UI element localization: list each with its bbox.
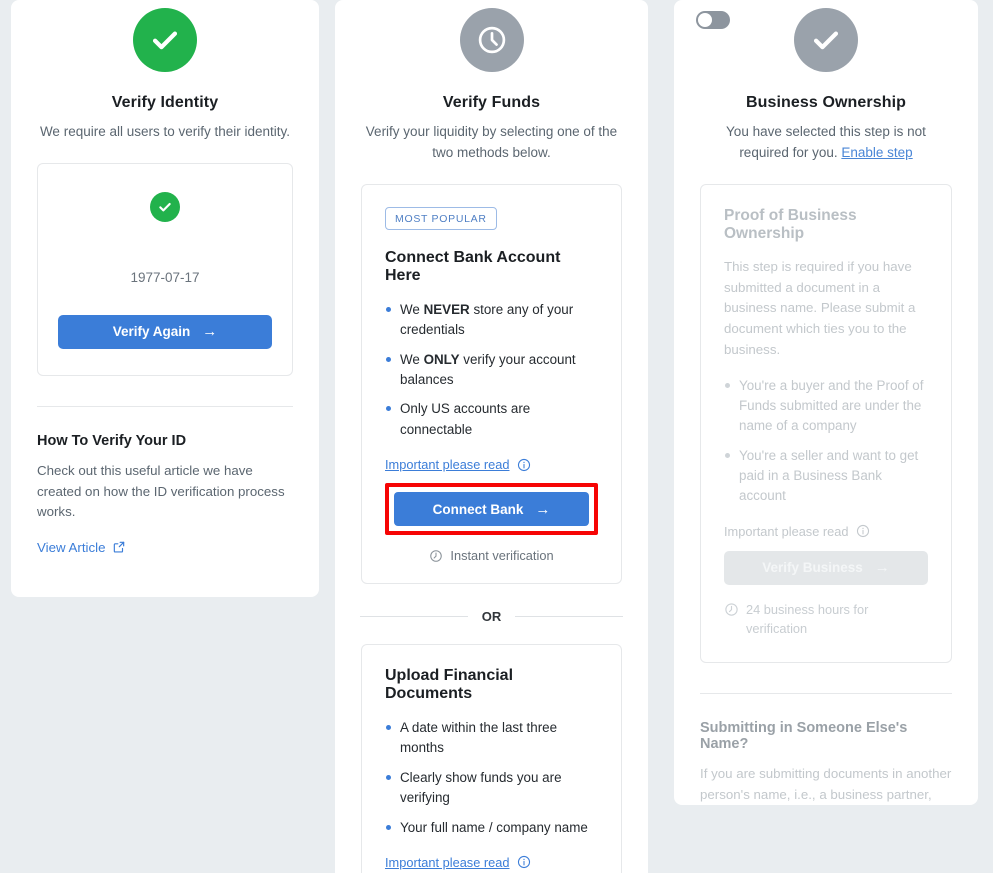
- method-title: Connect Bank Account Here: [385, 248, 561, 284]
- step-subtitle: Verify your liquidity by selecting one o…: [365, 124, 618, 160]
- verification-steps-page: Verify Identity We require all users to …: [0, 0, 993, 873]
- step-subtitle: We require all users to verify their ide…: [39, 124, 291, 139]
- step-header-funds: Verify Funds Verify your liquidity by se…: [361, 0, 622, 164]
- list-item: Your full name / company name: [385, 818, 598, 838]
- toggle-knob: [698, 13, 712, 27]
- info-icon: [517, 458, 531, 472]
- bullet-pre: A date within the last three months: [400, 720, 558, 756]
- clock-circle-icon: [459, 8, 524, 72]
- method-card-upload-documents: Upload Financial Documents A date within…: [361, 644, 622, 873]
- card-body: This step is required if you have submit…: [724, 258, 916, 357]
- step-subtitle: You have selected this step is not requi…: [700, 122, 952, 164]
- clock-icon: [724, 602, 739, 617]
- important-please-read-link: Important please read: [724, 524, 870, 539]
- proof-of-business-card: Proof of Business Ownership This step is…: [700, 183, 952, 664]
- info-icon: [517, 855, 531, 869]
- check-circle-icon: [150, 191, 180, 222]
- important-label: Important please read: [385, 457, 510, 473]
- step-title: Verify Identity: [111, 94, 219, 111]
- step-header-business: Business Ownership You have selected thi…: [700, 0, 952, 164]
- card-note: 24 business hours for verification: [724, 600, 928, 638]
- connect-bank-label: Connect Bank: [432, 501, 524, 517]
- list-item: A date within the last three months: [385, 718, 598, 759]
- step-title: Verify Funds: [442, 94, 541, 111]
- highlight-box-connect-bank: Connect Bank →: [385, 483, 598, 536]
- important-please-read-link[interactable]: Important please read: [385, 855, 531, 870]
- verify-business-button: Verify Business →: [724, 550, 928, 585]
- arrow-right-icon: →: [202, 323, 218, 341]
- step-header-identity: Verify Identity We require all users to …: [37, 0, 293, 143]
- most-popular-badge: MOST POPULAR: [385, 206, 497, 230]
- check-circle-icon: [133, 8, 197, 72]
- step-card-verify-identity: Verify Identity We require all users to …: [11, 0, 319, 597]
- article-body: Check out this useful article we have cr…: [37, 462, 285, 520]
- someone-else-title: Submitting in Someone Else's Name?: [700, 720, 908, 753]
- bullet-strong: ONLY: [423, 351, 460, 367]
- divider-line-left: [360, 616, 468, 618]
- clock-icon: [429, 549, 443, 563]
- important-label: Important please read: [385, 854, 510, 870]
- view-article-label: View Article: [37, 539, 106, 555]
- or-divider: OR: [360, 609, 623, 624]
- bullet-pre: Clearly show funds you are verifying: [400, 769, 562, 806]
- list-item: We NEVER store any of your credentials: [385, 300, 598, 341]
- card-title: Proof of Business Ownership: [724, 206, 857, 242]
- view-article-link[interactable]: View Article: [37, 540, 126, 555]
- method-note-label: Instant verification: [450, 548, 554, 564]
- method-note: Instant verification: [385, 548, 598, 563]
- step-title: Business Ownership: [745, 94, 907, 111]
- bullet-pre: We: [400, 351, 424, 367]
- arrow-right-icon: →: [874, 559, 890, 577]
- connect-bank-button[interactable]: Connect Bank →: [394, 492, 589, 527]
- list-item: Only US accounts are connectable: [385, 399, 598, 440]
- step-card-verify-funds: Verify Funds Verify your liquidity by se…: [335, 0, 648, 873]
- step-card-business-ownership: Business Ownership You have selected thi…: [674, 0, 978, 805]
- or-label: OR: [481, 609, 502, 625]
- list-item: Clearly show funds you are verifying: [385, 768, 598, 809]
- method-title: Upload Financial Documents: [385, 667, 514, 703]
- verify-again-label: Verify Again: [112, 324, 191, 340]
- verify-business-label: Verify Business: [762, 560, 863, 576]
- list-item: We ONLY verify your account balances: [385, 350, 598, 391]
- info-icon: [856, 524, 870, 538]
- method-bullets: A date within the last three months Clea…: [385, 718, 598, 838]
- card-bullets: You're a buyer and the Proof of Funds su…: [724, 376, 928, 507]
- enable-step-link[interactable]: Enable step: [841, 145, 912, 160]
- important-label: Important please read: [724, 523, 849, 539]
- divider: [700, 693, 952, 695]
- bullet-pre: We: [400, 301, 424, 317]
- method-card-connect-bank: MOST POPULAR Connect Bank Account Here W…: [361, 183, 622, 585]
- divider: [37, 405, 293, 407]
- bullet-strong: NEVER: [423, 301, 470, 317]
- list-item: You're a seller and want to get paid in …: [724, 446, 928, 507]
- external-link-icon: [112, 540, 126, 554]
- bullet-pre: Only US accounts are connectable: [400, 401, 531, 437]
- divider-line-right: [515, 616, 623, 618]
- method-bullets: We NEVER store any of your credentials W…: [385, 300, 598, 440]
- important-please-read-link[interactable]: Important please read: [385, 457, 531, 472]
- check-circle-icon: [794, 8, 858, 72]
- someone-else-body: If you are submitting documents in anoth…: [700, 766, 952, 802]
- enable-step-toggle[interactable]: [696, 11, 730, 29]
- verify-again-button[interactable]: Verify Again →: [58, 314, 272, 349]
- bullet-pre: Your full name / company name: [400, 819, 588, 835]
- verification-date: 1977-07-17: [130, 269, 200, 285]
- identity-status-card: 1977-07-17 Verify Again →: [37, 162, 293, 376]
- card-note-label: 24 business hours for verification: [746, 601, 869, 636]
- article-title: How To Verify Your ID: [37, 432, 187, 449]
- arrow-right-icon: →: [535, 500, 551, 518]
- list-item: You're a buyer and the Proof of Funds su…: [724, 376, 928, 437]
